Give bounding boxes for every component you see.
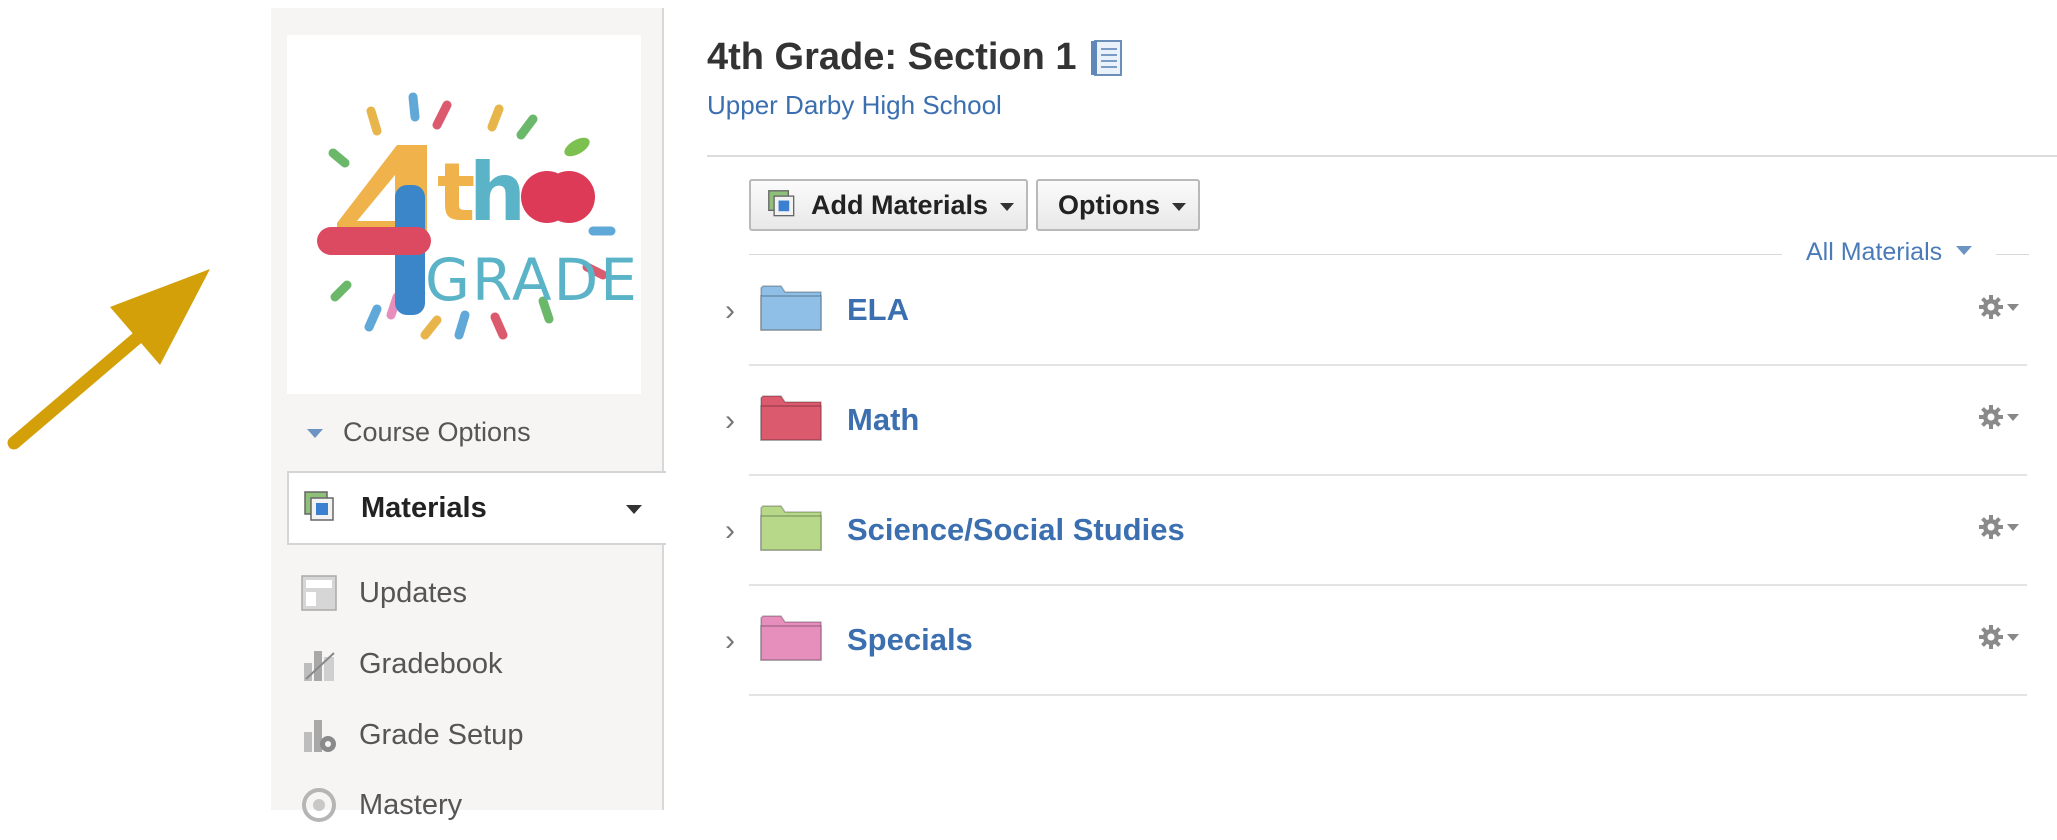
gear-icon[interactable] <box>1978 624 2019 650</box>
folder-row[interactable]: › Math <box>707 366 2027 476</box>
options-label: Options <box>1058 189 1160 220</box>
sidebar-item-grade-setup[interactable]: Grade Setup <box>287 700 664 770</box>
chevron-right-icon[interactable]: › <box>725 624 735 658</box>
course-options-toggle[interactable]: Course Options <box>307 408 531 456</box>
course-title: 4th Grade: Section 1 <box>707 36 1077 78</box>
materials-icon <box>767 189 799 221</box>
sidebar-item-label: Gradebook <box>359 647 503 680</box>
folder-name[interactable]: Specials <box>847 622 973 658</box>
divider <box>707 155 2057 157</box>
updates-icon <box>299 573 339 613</box>
mastery-icon <box>299 785 339 825</box>
svg-text:h: h <box>469 146 526 239</box>
annotation-arrow <box>7 269 210 450</box>
svg-text:GRADE: GRADE <box>425 246 639 314</box>
chevron-down-icon <box>1956 245 1973 255</box>
options-button[interactable]: Options <box>1036 179 1200 231</box>
folder-row[interactable]: › ELA <box>707 256 2027 366</box>
sidebar-item-label: Mastery <box>359 788 463 821</box>
folder-icon <box>759 502 823 557</box>
folder-name[interactable]: Science/Social Studies <box>847 512 1185 548</box>
chevron-down-icon <box>2007 633 2019 641</box>
grade-setup-icon <box>299 715 339 755</box>
fourth-grade-logo-image: t h GRADE <box>317 92 639 340</box>
folder-name[interactable]: Math <box>847 402 919 438</box>
gear-icon[interactable] <box>1978 294 2019 320</box>
page-title: 4th Grade: Section 1 <box>707 36 1125 79</box>
chevron-right-icon[interactable]: › <box>725 294 735 328</box>
sidebar-item-gradebook[interactable]: Gradebook <box>287 629 664 699</box>
gradebook-icon <box>299 644 339 684</box>
sidebar-item-mastery[interactable]: Mastery <box>287 770 664 840</box>
chevron-down-icon <box>2007 413 2019 421</box>
notebook-icon[interactable] <box>1089 39 1125 77</box>
school-link[interactable]: Upper Darby High School <box>707 90 1002 121</box>
add-materials-label: Add Materials <box>811 189 989 220</box>
chevron-down-icon <box>2007 523 2019 531</box>
course-sidebar: t h GRADE Course Options Materials Updat… <box>271 8 666 822</box>
sidebar-item-label: Updates <box>359 576 468 609</box>
folder-row[interactable]: › Specials <box>707 586 2027 696</box>
sidebar-item-materials[interactable]: Materials <box>287 471 666 545</box>
gear-icon[interactable] <box>1978 514 2019 540</box>
folder-name[interactable]: ELA <box>847 292 909 328</box>
chevron-down-icon <box>1172 202 1186 211</box>
chevron-down-icon <box>2007 303 2019 311</box>
add-materials-button[interactable]: Add Materials <box>749 179 1028 231</box>
chevron-down-icon[interactable] <box>626 505 642 514</box>
folder-icon <box>759 282 823 337</box>
chevron-down-icon <box>1000 202 1015 211</box>
sidebar-item-updates[interactable]: Updates <box>287 558 664 628</box>
folder-icon <box>759 612 823 667</box>
chevron-right-icon[interactable]: › <box>725 514 735 548</box>
course-logo[interactable]: t h GRADE <box>287 35 641 394</box>
gear-icon[interactable] <box>1978 404 2019 430</box>
folder-row[interactable]: › Science/Social Studies <box>707 476 2027 586</box>
sidebar-item-label: Materials <box>361 491 487 524</box>
triangle-down-icon <box>307 429 323 438</box>
folder-icon <box>759 392 823 447</box>
course-options-label: Course Options <box>343 416 531 447</box>
chevron-right-icon[interactable]: › <box>725 404 735 438</box>
row-separator <box>749 694 2027 696</box>
sidebar-item-label: Grade Setup <box>359 718 524 751</box>
materials-icon <box>301 488 341 528</box>
